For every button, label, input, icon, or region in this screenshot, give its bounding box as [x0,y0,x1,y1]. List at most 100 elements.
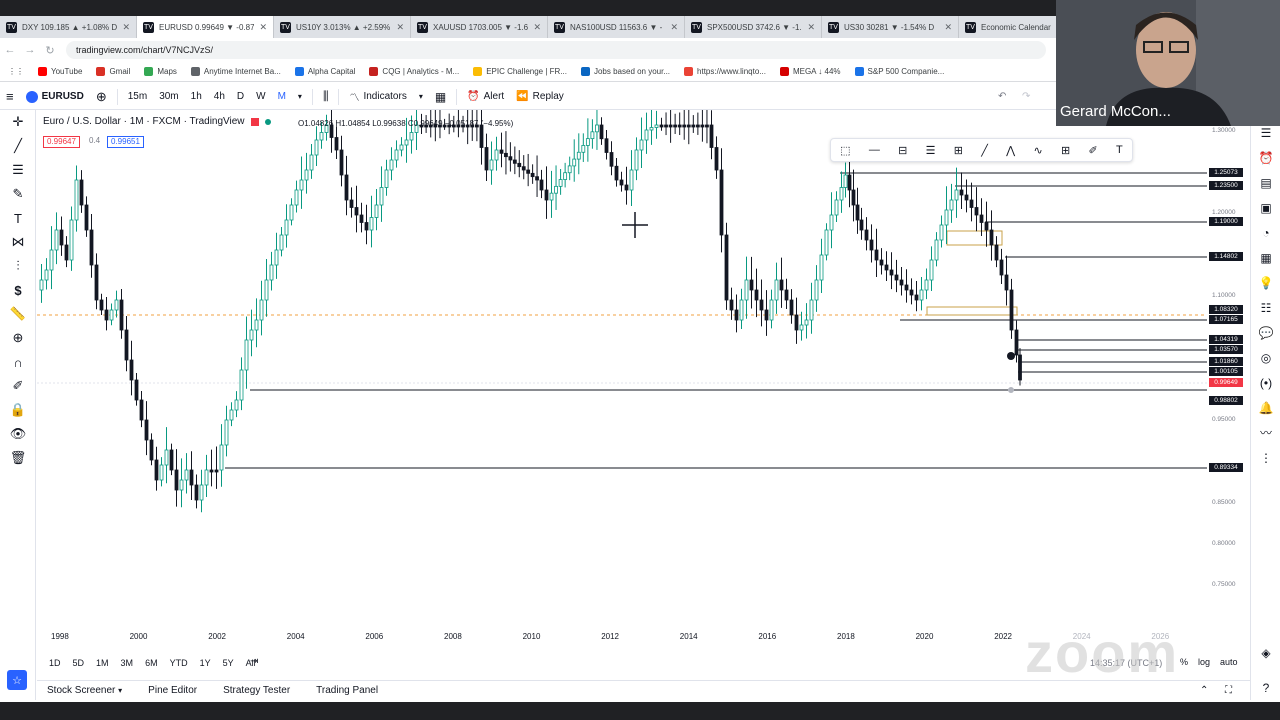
bookmark-item[interactable]: Gmail [96,67,130,76]
data-window-icon[interactable]: ▤ [1251,170,1280,195]
browser-tab[interactable]: TV SPX500USD 3742.6 ▼ -1. ✕ [685,16,822,38]
horizontal-ray-icon[interactable]: ⊟ [898,144,907,157]
tab-trading-panel[interactable]: Trading Panel [316,685,378,696]
price-chart[interactable] [37,110,1207,630]
bookmark-item[interactable]: Alpha Capital [294,67,355,76]
auto-scale-button[interactable]: auto [1220,657,1238,667]
close-icon[interactable]: ✕ [122,22,130,33]
bookmark-item[interactable]: Anytime Internet Ba... [190,67,281,76]
close-icon[interactable]: ✕ [807,22,815,33]
buy-price-box[interactable]: 0.99651 [107,136,144,148]
calendar-icon[interactable]: ◔ [1251,220,1280,245]
tab-pine-editor[interactable]: Pine Editor [148,685,197,696]
bookmark-item[interactable]: CQG | Analytics - M... [369,67,459,76]
symbol-search-button[interactable]: EURUSD [20,90,90,103]
brush-icon[interactable]: ✎ [0,182,36,206]
range-button[interactable]: 5D [73,658,85,668]
trash-icon[interactable]: 🗑 [0,446,36,470]
interval-1h[interactable]: 1h [185,91,208,102]
chevron-down-icon[interactable]: ▾ [292,92,308,101]
line-tool-icon[interactable]: ╱ [981,144,988,157]
streams-icon[interactable]: ☷ [1251,295,1280,320]
chat-icon[interactable]: 💬 [1251,320,1280,345]
range-button[interactable]: 1M [96,658,109,668]
bookmark-item[interactable]: Jobs based on your... [580,67,670,76]
fib-retracement-icon[interactable]: ⊞ [954,144,963,157]
pencil-lock-icon[interactable]: ✐ [0,374,36,398]
close-icon[interactable]: ✕ [396,22,404,33]
browser-tab[interactable]: TV US10Y 3.013% ▲ +2.59% ✕ [274,16,411,38]
prediction-icon[interactable]: ⫶ [0,254,36,278]
bookmark-item[interactable]: EPIC Challenge | FR... [473,67,567,76]
hotlist-icon[interactable]: ▣ [1251,195,1280,220]
ideas-icon[interactable]: 💡 [1251,270,1280,295]
tab-stock-screener[interactable]: Stock Screener ▾ [47,685,122,696]
path-icon[interactable]: ⋀ [1006,144,1015,157]
bookmark-item[interactable]: MEGA ↓ 44% [779,67,841,76]
interval-w[interactable]: W [250,91,271,102]
brush-tool-icon[interactable]: ✐ [1088,144,1097,157]
eye-icon[interactable]: 👁 [0,422,36,446]
alerts-clock-icon[interactable]: ⏰ [1251,145,1280,170]
bookmark-item[interactable]: YouTube [38,67,82,76]
ruler-icon[interactable]: 📏 [0,302,36,326]
undo-icon[interactable]: ↶ [992,91,1012,102]
browser-tab[interactable]: TV EURUSD 0.99649 ▼ -0.87% ✕ [137,16,274,38]
interval-m[interactable]: M [272,91,292,102]
browser-tab[interactable]: TV DXY 109.185 ▲ +1.08% D ✕ [0,16,137,38]
trend-line-icon[interactable]: ╱ [0,134,36,158]
menu-icon[interactable]: ≡ [0,89,20,104]
browser-tab[interactable]: TV US30 30281 ▼ -1.54% D ✕ [822,16,959,38]
range-button[interactable]: 5Y [223,658,234,668]
layers-icon[interactable]: ◈ [1251,640,1280,665]
bookmark-item[interactable]: S&P 500 Companie... [854,67,944,76]
bookmark-item[interactable]: Maps [144,67,177,76]
interval-d[interactable]: D [231,91,250,102]
alert-button[interactable]: ⏰ Alert [461,91,510,102]
text-tool-icon[interactable]: T [1116,144,1123,156]
range-button[interactable]: 3M [121,658,134,668]
fib-icon[interactable]: ☰ [0,158,36,182]
signal-icon[interactable]: (•) [1251,370,1280,395]
redo-icon[interactable]: ↷ [1016,91,1036,102]
lock-icon[interactable]: 🔒 [0,398,36,422]
bookmark-item[interactable]: https://www.linqto... [684,67,766,76]
pattern-icon[interactable]: ⋈ [0,230,36,254]
range-button[interactable]: 1D [49,658,61,668]
collapse-chevron-icon[interactable]: ⌃ [1200,685,1208,696]
replay-button[interactable]: ⏪ Replay [510,91,570,102]
goto-date-icon[interactable]: ⇥ [250,656,258,667]
apps-icon[interactable]: ⋮⋮ [8,67,24,76]
interval-30m[interactable]: 30m [153,91,184,102]
sell-price-box[interactable]: 0.99647 [43,136,80,148]
reload-icon[interactable]: ↻ [40,44,60,57]
dollar-icon[interactable]: $ [0,278,36,302]
cross-line-icon[interactable]: ⊞ [1061,144,1070,157]
candles-icon[interactable]: ⫼ [317,89,335,104]
broadcast-icon[interactable]: ◎ [1251,345,1280,370]
magnet-icon[interactable]: ∩ [0,350,36,374]
pulse-icon[interactable]: 〰 [1251,420,1280,445]
forward-icon[interactable]: → [20,44,40,56]
interval-4h[interactable]: 4h [208,91,231,102]
percent-scale-button[interactable]: % [1180,657,1188,667]
url-input[interactable]: tradingview.com/chart/V7NCJVzS/ [66,41,1046,59]
close-icon[interactable]: ✕ [670,22,678,33]
grid-icon[interactable]: ▦ [1251,245,1280,270]
tab-strategy-tester[interactable]: Strategy Tester [223,685,290,696]
indicators-button[interactable]: 〽 Indicators ▾ [343,89,428,104]
rectangle-icon[interactable]: ⬚ [840,144,850,157]
close-icon[interactable]: ✕ [533,22,541,33]
browser-tab[interactable]: TV XAUUSD 1703.005 ▼ -1.6 ✕ [411,16,548,38]
curve-icon[interactable]: ∿ [1033,144,1042,157]
text-icon[interactable]: T [0,206,36,230]
range-button[interactable]: 1Y [200,658,211,668]
log-scale-button[interactable]: log [1198,657,1210,667]
templates-icon[interactable]: ▦ [429,90,452,104]
interval-15m[interactable]: 15m [122,91,153,102]
browser-tab[interactable]: TV NAS100USD 11563.6 ▼ - ✕ [548,16,685,38]
order-panel-icon[interactable]: ⋮ [1251,445,1280,470]
horizontal-line-icon[interactable]: — [869,144,880,156]
parallel-channel-icon[interactable]: ☰ [926,144,936,157]
range-button[interactable]: 6M [145,658,158,668]
